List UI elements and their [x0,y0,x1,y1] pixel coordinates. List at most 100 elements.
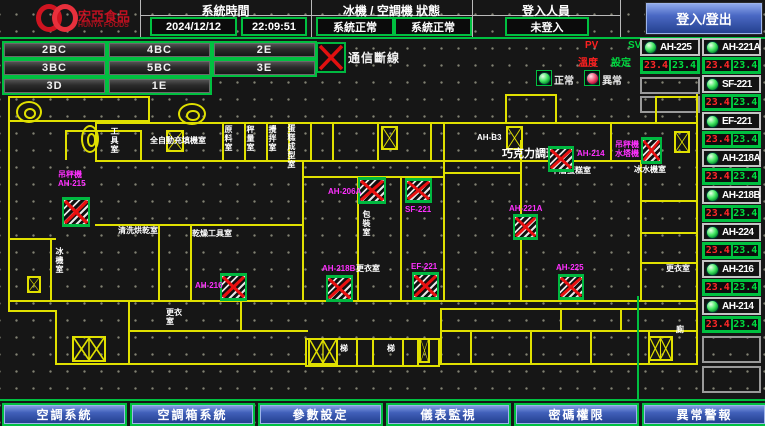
pv-value: 23.4 [704,281,732,294]
logo-ring-icon [52,4,78,32]
ahu-offline-icon[interactable] [558,274,584,300]
plan-wall [530,330,532,363]
unit-sf-221-values: 23.423.4 [702,94,761,111]
ahu-offline-icon[interactable] [62,197,90,227]
room-label: 更衣室 [356,264,380,273]
spare-slot [702,336,761,363]
pv-label: PV [585,40,598,51]
plan-wall [470,330,472,363]
brand-name-en: HUNYA FOODS [78,22,129,29]
plan-wall [55,310,57,365]
unit-name: EF-221 [722,116,752,127]
equipment-tag: 吊秤機 水塔機 [615,140,639,158]
unit-ah-218b[interactable]: AH-218B [702,186,761,204]
floor-button-3d[interactable]: 3D [2,77,107,95]
plan-wall [402,338,404,367]
unit-ah-225-values: 23.423.4 [640,57,700,74]
unit-sf-221[interactable]: SF-221 [702,75,761,93]
green-led-icon [706,152,719,165]
room-label: 秤量室 [246,125,255,152]
ac-status-value: 系統正常 [394,17,472,36]
plan-wall [8,96,150,98]
ahu-offline-icon[interactable] [220,273,247,301]
unit-name: AH-216 [722,264,753,275]
plan-wall [140,130,142,160]
equipment-tag: AH-221A [509,204,542,213]
floor-button-5bc[interactable]: 5BC [107,59,212,77]
plan-wall [696,94,698,365]
floor-button-4bc[interactable]: 4BC [107,41,212,59]
floor-button-3e[interactable]: 3E [212,59,317,77]
sv-value: 23.4 [732,133,760,146]
temp-label: 溫度 [578,54,598,69]
hmi-screen: 宏亞食品 HUNYA FOODS 系統時間 2024/12/12 22:09:5… [0,0,765,426]
room-label: 全自動充填機室 [150,136,208,145]
equipment-tag: AH-214 [577,149,605,158]
unit-ah-218a[interactable]: AH-218A [702,149,761,167]
unit-ah-221a[interactable]: AH-221A [702,38,761,56]
plan-wall [443,172,522,174]
floor-button-1e[interactable]: 1E [107,77,212,95]
unit-name: AH-224 [722,227,753,238]
pv-value: 23.4 [704,59,732,72]
plan-wall [356,338,358,367]
green-led-icon [706,263,719,276]
unit-ah-225[interactable]: AH-225 [640,38,700,56]
panel-left-border [637,296,639,399]
nav-button-ac-system[interactable]: 空調系統 [2,403,127,426]
green-led-icon [706,189,719,202]
sv-value: 23.4 [732,207,760,220]
unit-ah-224[interactable]: AH-224 [702,223,761,241]
room-label: 原料室 [224,125,233,152]
unit-ef-221[interactable]: EF-221 [702,112,761,130]
nav-button-param-settings[interactable]: 參數設定 [258,403,383,426]
chiller-status-value: 系統正常 [316,17,394,36]
unit-ah-218a-values: 23.423.4 [702,168,761,185]
sv-value: 23.4 [670,59,698,72]
unit-name: AH-225 [660,42,691,53]
green-led-icon [706,300,719,313]
system-date-value: 2024/12/12 [150,17,237,36]
unit-ah-216[interactable]: AH-216 [702,260,761,278]
plan-wall [430,122,432,162]
header-divider [620,0,621,37]
plan-wall [590,330,592,363]
plan-wall [302,162,304,302]
ahu-offline-icon[interactable] [513,214,538,240]
unit-name: AH-218A [722,153,760,164]
plan-wall [148,96,150,122]
stairwell-icon [27,276,41,293]
floor-button-2bc[interactable]: 2BC [2,41,107,59]
plan-wall [560,308,562,330]
floor-button-3bc[interactable]: 3BC [2,59,107,77]
ahu-offline-icon[interactable] [548,146,574,172]
sv-value: 23.4 [732,170,760,183]
plan-wall [440,363,698,365]
unit-name: SF-221 [722,79,752,90]
nav-button-alarm[interactable]: 異常警報 [642,403,765,426]
red-led-icon [586,72,599,85]
plan-wall [8,310,57,312]
ahu-offline-icon[interactable] [641,137,662,164]
unit-name: AH-221A [722,42,760,53]
green-led-icon [538,72,551,85]
login-logout-button[interactable]: 登入/登出 [646,3,762,34]
nav-button-meter-monitor[interactable]: 儀表監視 [386,403,511,426]
ahu-offline-icon[interactable] [326,275,353,302]
ahu-offline-icon[interactable] [405,178,432,203]
floor-button-2e[interactable]: 2E [212,41,317,59]
unit-ah-214[interactable]: AH-214 [702,297,761,315]
ahu-offline-icon[interactable] [412,272,439,300]
ahu-offline-icon[interactable] [358,177,386,204]
sv-value: 23.4 [732,281,760,294]
plan-wall [65,130,67,160]
unit-ah-216-values: 23.423.4 [702,279,761,296]
plan-wall [8,238,56,240]
plan-wall [55,363,307,365]
plan-wall [440,308,698,310]
nav-button-ahu-system[interactable]: 空調箱系統 [130,403,255,426]
room-label: 梯 [387,344,395,353]
spare-slot [640,77,700,94]
nav-button-password-auth[interactable]: 密碼權限 [514,403,639,426]
room-label: 工具室 [110,127,119,154]
